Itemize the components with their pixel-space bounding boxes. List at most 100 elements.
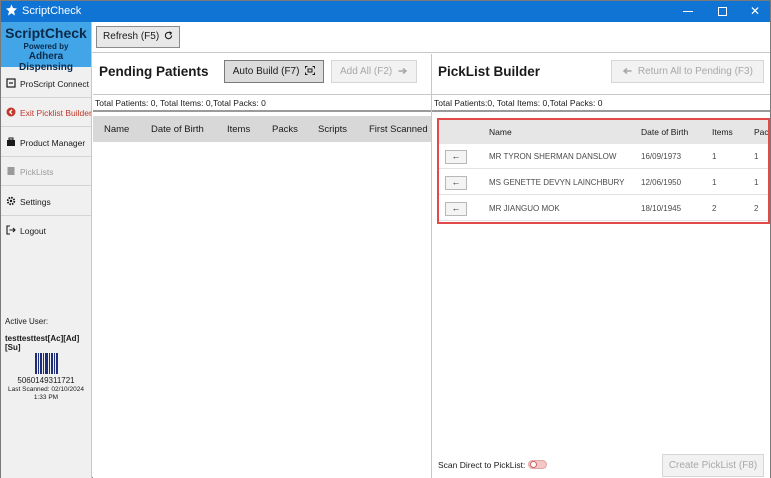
patient-packs: 1	[754, 178, 759, 187]
close-button[interactable]: ✕	[738, 1, 771, 22]
brand-name: ScriptCheck	[5, 25, 87, 41]
sidebar-item-label: ProScript Connect	[20, 79, 89, 89]
picklist-table: Name Date of Birth Items Pack ← MR TYRON…	[437, 118, 770, 224]
exit-icon	[6, 107, 16, 117]
picklist-icon	[7, 167, 15, 175]
patient-name: MR JIANGUO MOK	[489, 204, 560, 213]
sidebar-item-settings[interactable]: Settings	[1, 187, 91, 216]
sidebar-item-product-manager[interactable]: Product Manager	[1, 128, 91, 157]
create-picklist-button[interactable]: Create PickList (F8)	[662, 454, 764, 477]
column-header-first-scanned[interactable]: First Scanned	[369, 124, 428, 135]
refresh-label: Refresh (F5)	[103, 31, 160, 42]
last-scanned-date: Last Scanned: 02/10/2024	[8, 386, 84, 393]
sidebar-item-picklists[interactable]: PickLists	[1, 157, 91, 186]
column-header-items[interactable]: Items	[227, 124, 250, 135]
column-header-dob[interactable]: Date of Birth	[641, 127, 688, 137]
sidebar-item-proscript-connect[interactable]: ProScript Connect	[1, 69, 91, 98]
product-icon	[7, 137, 15, 146]
auto-build-label: Auto Build (F7)	[232, 66, 300, 77]
brand-powered-by: Powered by	[23, 42, 69, 51]
maximize-button[interactable]	[705, 1, 739, 22]
refresh-button[interactable]: Refresh (F5)	[96, 26, 180, 48]
close-icon: ✕	[749, 4, 761, 18]
barcode-number: 5060149311721	[17, 376, 75, 385]
return-to-pending-button[interactable]: ←	[445, 202, 467, 216]
maximize-icon	[717, 7, 727, 17]
sidebar-item-label: Product Manager	[20, 138, 86, 148]
sidebar-item-exit-picklist-builder[interactable]: Exit Picklist Builder	[1, 98, 92, 127]
add-all-button[interactable]: Add All (F2)	[331, 60, 417, 83]
panel-divider	[432, 110, 770, 112]
arrow-left-icon: ←	[451, 203, 461, 213]
create-picklist-label: Create PickList (F8)	[668, 460, 758, 471]
arrow-left-icon	[622, 67, 632, 75]
app-logo-icon	[6, 4, 17, 16]
sidebar-item-logout[interactable]: Logout	[1, 216, 91, 245]
active-user-name: testtesttest[Ac][Ad][Su]	[5, 334, 80, 352]
patient-items: 1	[712, 152, 717, 161]
sidebar: ScriptCheck Powered by Adhera Dispensing…	[1, 22, 92, 478]
return-to-pending-button[interactable]: ←	[445, 150, 467, 164]
sidebar-item-label: Logout	[20, 226, 46, 236]
column-header-dob[interactable]: Date of Birth	[151, 124, 204, 135]
refresh-icon	[164, 31, 173, 40]
patient-items: 1	[712, 178, 717, 187]
window-title: ScriptCheck	[22, 5, 82, 17]
picklist-table-header: Name Date of Birth Items Pack	[439, 120, 768, 144]
auto-build-button[interactable]: Auto Build (F7)	[224, 60, 324, 83]
patient-packs: 1	[754, 152, 759, 161]
patient-dob: 12/06/1950	[641, 178, 682, 187]
table-row: ← MS GENETTE DEVYN LAINCHBURY 12/06/1950…	[439, 170, 768, 195]
app-window: ScriptCheck ✕ ScriptCheck Powered by Adh…	[0, 0, 771, 478]
patient-packs: 2	[754, 204, 759, 213]
patient-name: MR TYRON SHERMAN DANSLOW	[489, 152, 617, 161]
add-all-label: Add All (F2)	[339, 66, 393, 77]
active-user-label: Active User:	[5, 317, 49, 326]
panel-divider	[93, 94, 431, 95]
barcode-icon	[35, 353, 58, 374]
column-header-name[interactable]: Name	[104, 124, 129, 135]
arrow-right-icon	[398, 67, 408, 75]
last-scanned-time: 1:33 PM	[33, 394, 59, 401]
scan-icon	[305, 66, 316, 75]
toolbar: Refresh (F5)	[92, 22, 770, 53]
table-row: ← MR TYRON SHERMAN DANSLOW 16/09/1973 1 …	[439, 144, 768, 169]
scan-direct-label: Scan Direct to PickList:	[438, 460, 526, 470]
arrow-left-icon: ←	[451, 151, 461, 161]
pending-patients-panel: Pending Patients Auto Build (F7) Add All…	[93, 54, 431, 478]
pending-totals: Total Patients: 0, Total Items: 0,Total …	[95, 98, 266, 108]
patient-name: MS GENETTE DEVYN LAINCHBURY	[489, 178, 625, 187]
minimize-button[interactable]	[671, 1, 705, 22]
minimize-icon	[683, 11, 693, 13]
toggle-knob	[530, 461, 537, 468]
arrow-left-icon: ←	[451, 177, 461, 187]
return-to-pending-button[interactable]: ←	[445, 176, 467, 190]
picklist-totals: Total Patients:0, Total Items: 0,Total P…	[434, 98, 603, 108]
last-scanned: Last Scanned: 02/10/2024 1:33 PM	[1, 386, 91, 402]
panel-divider	[93, 110, 431, 112]
pending-table-header: Name Date of Birth Items Packs Scripts F…	[93, 116, 431, 142]
sidebar-item-label: PickLists	[20, 167, 54, 177]
sidebar-item-label: Exit Picklist Builder	[20, 108, 92, 118]
column-header-packs[interactable]: Packs	[272, 124, 298, 135]
panel-divider	[432, 94, 770, 95]
column-header-items[interactable]: Items	[712, 127, 733, 137]
column-header-packs[interactable]: Pack	[754, 127, 768, 137]
column-header-name[interactable]: Name	[489, 127, 512, 137]
pending-patients-title: Pending Patients	[99, 64, 209, 79]
proscript-icon	[6, 78, 16, 88]
sidebar-item-label: Settings	[20, 197, 51, 207]
return-all-button[interactable]: Return All to Pending (F3)	[611, 60, 764, 83]
title-bar: ScriptCheck ✕	[1, 1, 770, 22]
picklist-builder-panel: PickList Builder Return All to Pending (…	[432, 54, 770, 478]
table-row: ← MR JIANGUO MOK 18/10/1945 2 2	[439, 196, 768, 221]
patient-dob: 18/10/1945	[641, 204, 682, 213]
column-header-scripts[interactable]: Scripts	[318, 124, 347, 135]
brand-header: ScriptCheck Powered by Adhera Dispensing	[1, 22, 91, 73]
patient-items: 2	[712, 204, 717, 213]
return-all-label: Return All to Pending (F3)	[637, 66, 753, 77]
scan-direct-toggle[interactable]	[528, 460, 547, 469]
picklist-builder-title: PickList Builder	[438, 64, 541, 79]
patient-dob: 16/09/1973	[641, 152, 682, 161]
gear-icon	[6, 196, 16, 206]
